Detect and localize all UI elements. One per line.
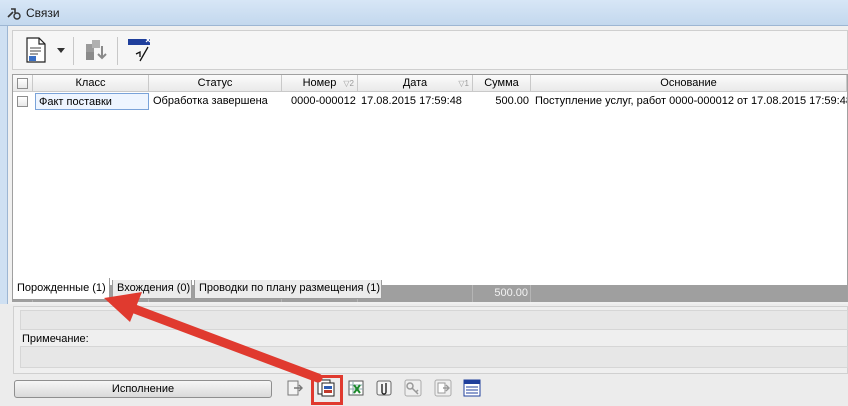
- column-header-date[interactable]: Дата ▽1: [358, 75, 473, 92]
- links-icon: [6, 5, 22, 21]
- document-transfer-icon: [434, 379, 452, 400]
- execution-button[interactable]: Исполнение: [14, 380, 272, 398]
- tab-generated[interactable]: Порожденные (1): [12, 278, 110, 300]
- window-client: Класс Статус Номер ▽2 Дата ▽1 Сумма Осно…: [8, 26, 848, 304]
- new-document-dropdown[interactable]: [55, 35, 67, 67]
- excel-export-button[interactable]: [346, 379, 366, 399]
- sort-indicator: ▽1: [458, 79, 469, 88]
- tab-placement-postings[interactable]: Проводки по плану размещения (1): [194, 280, 382, 299]
- row-checkbox[interactable]: [17, 96, 28, 107]
- column-header-basis[interactable]: Основание: [531, 75, 847, 92]
- table-view-button[interactable]: [462, 379, 482, 399]
- note-label: Примечание:: [22, 333, 89, 345]
- highlight-annotation: [311, 375, 343, 405]
- table-row[interactable]: Факт поставки Обработка завершена 0000-0…: [13, 93, 847, 110]
- toolbar: [12, 30, 848, 70]
- paperclip-icon: [375, 379, 393, 400]
- spreadsheet-icon: [347, 379, 365, 400]
- column-header-sum[interactable]: Сумма: [473, 75, 531, 92]
- tab-entries[interactable]: Вхождения (0): [112, 280, 192, 299]
- table-list-icon: [463, 379, 481, 400]
- links-table: Класс Статус Номер ▽2 Дата ▽1 Сумма Осно…: [12, 74, 848, 302]
- document-arrow-icon: [286, 379, 304, 400]
- column-header-class[interactable]: Класс: [33, 75, 149, 92]
- move-down-icon: [82, 36, 110, 67]
- window-title: Связи: [26, 6, 60, 20]
- key-button[interactable]: [403, 379, 423, 399]
- unlink-button[interactable]: [123, 35, 157, 67]
- toolbar-separator: [73, 37, 74, 65]
- note-field[interactable]: [20, 346, 848, 368]
- sort-indicator: ▽2: [343, 79, 354, 88]
- select-all-checkbox[interactable]: [17, 78, 28, 89]
- post-button[interactable]: [285, 379, 305, 399]
- new-document-icon: [24, 36, 48, 67]
- key-icon: [404, 379, 422, 400]
- cell-status: Обработка завершена: [153, 95, 268, 107]
- footer-total-sum: 500.00: [473, 285, 531, 302]
- chevron-down-icon: [57, 45, 65, 57]
- unlink-icon: [126, 36, 154, 67]
- cell-number: 0000-000012: [291, 95, 356, 107]
- window-titlebar: Связи: [0, 0, 848, 26]
- select-all-header[interactable]: [13, 75, 33, 92]
- document-form-lower: Примечание: Исполнение: [0, 304, 848, 406]
- table-header: Класс Статус Номер ▽2 Дата ▽1 Сумма Осно…: [13, 75, 847, 92]
- move-button[interactable]: [79, 35, 113, 67]
- cell-class[interactable]: Факт поставки: [35, 93, 149, 110]
- cell-sum: 500.00: [495, 95, 529, 107]
- new-document-button[interactable]: [19, 35, 53, 67]
- column-header-number[interactable]: Номер ▽2: [282, 75, 358, 92]
- transfer-button[interactable]: [433, 379, 453, 399]
- toolbar-separator: [117, 37, 118, 65]
- column-header-status[interactable]: Статус: [149, 75, 282, 92]
- cell-basis: Поступление услуг, работ 0000-000012 от …: [535, 95, 847, 107]
- cell-date: 17.08.2015 17:59:48: [361, 95, 462, 107]
- previous-field[interactable]: [20, 310, 848, 330]
- attachment-button[interactable]: [374, 379, 394, 399]
- window-frame-left: [0, 26, 8, 306]
